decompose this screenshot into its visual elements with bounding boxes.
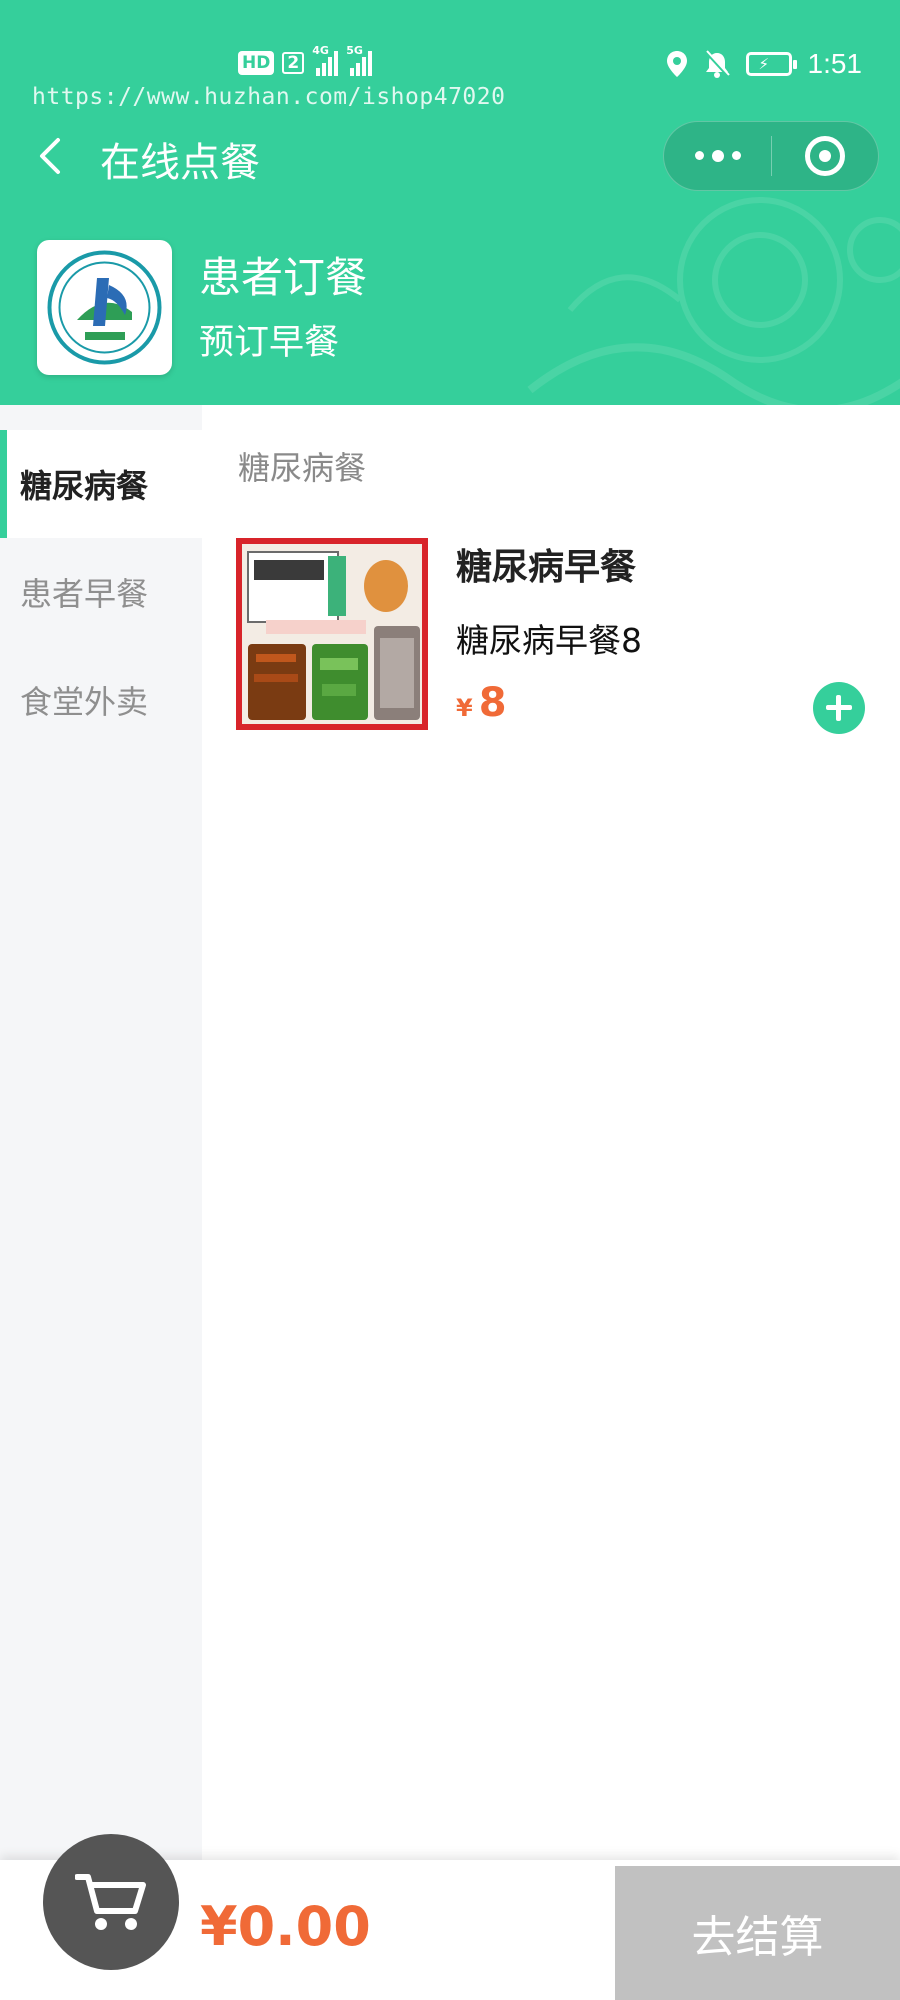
store-logo <box>37 240 172 375</box>
hospital-logo-icon <box>47 250 162 365</box>
product-name: 糖尿病早餐 <box>456 547 637 588</box>
category-sidebar: 糖尿病餐 患者早餐 食堂外卖 <box>0 405 202 1860</box>
product-card[interactable]: 糖尿病早餐 糖尿病早餐8 ¥8 <box>236 538 876 734</box>
page-title: 在线点餐 <box>100 140 260 186</box>
category-item-canteen-takeout[interactable]: 食堂外卖 <box>0 646 202 754</box>
decorative-background-pattern <box>527 197 900 405</box>
currency-symbol: ¥ <box>456 694 473 722</box>
page-header: HD 2 4G 5G ⚡ 1:51 https://www.huzhan.com… <box>0 0 900 405</box>
network-type-label: 5G <box>346 44 363 57</box>
navigation-bar: 在线点餐 <box>0 118 900 198</box>
back-chevron-icon[interactable] <box>30 134 74 178</box>
more-dots-icon[interactable] <box>664 149 771 162</box>
shopping-cart-icon <box>75 1874 146 1930</box>
add-to-cart-button[interactable] <box>813 682 865 734</box>
product-image <box>236 538 428 730</box>
signal-icon: 5G <box>346 44 373 76</box>
location-icon <box>666 51 687 77</box>
store-subtitle: 预订早餐 <box>199 323 340 363</box>
target-icon <box>805 136 845 176</box>
mini-program-capsule <box>663 121 879 191</box>
section-title: 糖尿病餐 <box>238 449 367 487</box>
watermark-url: https://www.huzhan.com/ishop47020 <box>32 84 506 110</box>
category-item-diabetes[interactable]: 糖尿病餐 <box>0 430 202 538</box>
battery-icon: ⚡ <box>745 52 797 76</box>
cart-button[interactable] <box>43 1834 179 1970</box>
store-name: 患者订餐 <box>199 253 368 302</box>
close-mini-program-button[interactable] <box>772 136 878 176</box>
cart-total: ¥0.00 <box>200 1895 371 1958</box>
sim-number: 2 <box>282 52 305 74</box>
bell-muted-icon <box>704 50 730 78</box>
status-time: 1:51 <box>807 48 863 79</box>
network-type-label: 4G <box>312 44 329 57</box>
network-indicators: HD 2 4G 5G <box>238 44 373 76</box>
status-bar: HD 2 4G 5G ⚡ 1:51 <box>0 40 900 90</box>
product-description: 糖尿病早餐8 <box>456 621 642 660</box>
price-value: 8 <box>478 680 507 726</box>
category-item-patient-breakfast[interactable]: 患者早餐 <box>0 538 202 646</box>
product-price: ¥8 <box>456 680 507 726</box>
hd-badge: HD <box>238 51 275 75</box>
status-right: ⚡ 1:51 <box>666 48 863 80</box>
signal-icon: 4G <box>312 44 339 76</box>
checkout-button[interactable]: 去结算 <box>615 1866 900 2000</box>
